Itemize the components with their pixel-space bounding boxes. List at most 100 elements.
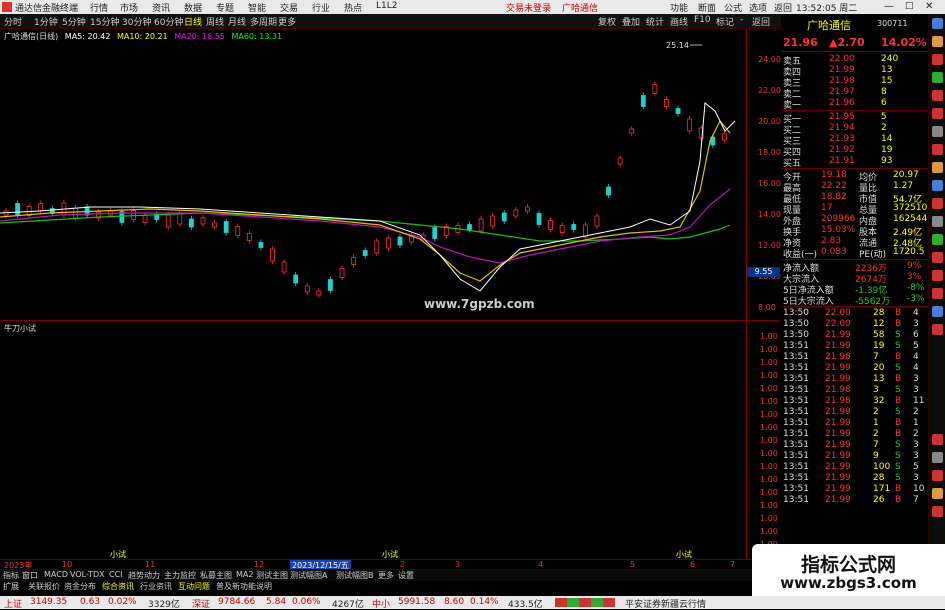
menu-hq[interactable]: 行情 [90, 1, 108, 14]
tool-icon[interactable] [932, 488, 943, 499]
bid-volume: 2 [881, 123, 887, 133]
menu-trade[interactable]: 交易 [280, 1, 298, 14]
period-15min[interactable]: 15分钟 [90, 15, 119, 28]
tool-icon[interactable] [932, 36, 943, 47]
bid-row: 买三 21.93 14 [781, 134, 928, 147]
tool-icon[interactable] [932, 470, 943, 481]
btn-fuquan[interactable]: 复权 [598, 15, 616, 28]
tab-indicator[interactable]: 指标 [3, 570, 19, 581]
menu-formula[interactable]: 公式 [724, 1, 742, 14]
btn-mark[interactable]: 标记 [716, 15, 734, 28]
ask-row: 卖一 21.96 6 [781, 98, 928, 111]
tool-icon[interactable] [932, 198, 943, 209]
tool-icon[interactable] [932, 54, 943, 65]
period-more[interactable]: 更多 [278, 15, 296, 28]
tab-ma2[interactable]: MA2 [236, 570, 253, 579]
ask-volume: 6 [881, 98, 887, 108]
tool-icon[interactable] [932, 144, 943, 155]
menu-options[interactable]: 选项 [749, 1, 767, 14]
period-60min[interactable]: 60分钟 [154, 15, 183, 28]
menu-data[interactable]: 数据 [184, 1, 202, 14]
minimize-icon[interactable]: — [884, 1, 894, 12]
kline-chart[interactable]: 25.14 [0, 41, 746, 331]
tool-icon[interactable] [932, 162, 943, 173]
tab-monitor[interactable]: 主力监控 [164, 570, 196, 581]
menu-news[interactable]: 资讯 [152, 1, 170, 14]
tick-volume: 26 [873, 495, 885, 505]
tab-interact[interactable]: 互动问题 [178, 581, 210, 592]
btn-back[interactable]: 返回 [752, 15, 770, 28]
menu-topic[interactable]: 专题 [216, 1, 234, 14]
index-sh-name[interactable]: 上证 [4, 597, 22, 610]
period-30min[interactable]: 30分钟 [122, 15, 151, 28]
btn-stats[interactable]: 统计 [646, 15, 664, 28]
tab-settings[interactable]: 设置 [398, 570, 414, 581]
tool-icon[interactable] [932, 270, 943, 281]
menu-section[interactable]: 断面 [698, 1, 716, 14]
tab-macd[interactable]: MACD [44, 570, 68, 579]
index-zx-name[interactable]: 中小 [372, 597, 390, 610]
period-multi[interactable]: 多周期 [250, 15, 277, 28]
btn-dash[interactable]: - [740, 15, 743, 25]
tab-test-main[interactable]: 测试主图 [256, 570, 288, 581]
menu-market[interactable]: 市场 [120, 1, 138, 14]
tool-icon[interactable] [932, 434, 943, 445]
tool-icon[interactable] [932, 324, 943, 335]
btn-draw[interactable]: 画线 [670, 15, 688, 28]
period-5min[interactable]: 5分钟 [62, 15, 86, 28]
stat-value: 2.83 [821, 236, 842, 246]
index-sz-name[interactable]: 深证 [192, 597, 210, 610]
period-weekly[interactable]: 周线 [206, 15, 224, 28]
period-monthly[interactable]: 月线 [228, 15, 246, 28]
tool-icon[interactable] [932, 18, 943, 29]
tab-test-a[interactable]: 测试幅图A [290, 570, 327, 581]
tab-window[interactable]: 窗口 [22, 570, 38, 581]
tick-price: 21.99 [825, 363, 851, 373]
trade-login-status[interactable]: 交易未登录 [506, 1, 551, 14]
tool-icon[interactable] [932, 180, 943, 191]
menu-function[interactable]: 功能 [670, 1, 688, 14]
tool-icon[interactable] [932, 90, 943, 101]
tab-cci[interactable]: CCI [109, 570, 123, 579]
menu-l1l2[interactable]: L1L2 [376, 1, 397, 11]
period-1min[interactable]: 1分钟 [34, 15, 58, 28]
tick-price: 22.00 [825, 308, 851, 318]
tool-icon[interactable] [932, 452, 943, 463]
tool-icon[interactable] [932, 108, 943, 119]
close-icon[interactable]: ✕ [925, 1, 933, 12]
menu-return[interactable]: 返回 [774, 1, 792, 14]
btn-overlay[interactable]: 叠加 [622, 15, 640, 28]
tab-test-b[interactable]: 测试幅图B [336, 570, 374, 581]
tab-private[interactable]: 私募主图 [200, 570, 232, 581]
btn-f10[interactable]: F10 [694, 15, 711, 25]
menu-smart[interactable]: 智能 [248, 1, 266, 14]
period-minute[interactable]: 分时 [4, 15, 22, 28]
tab-funds[interactable]: 资金分布 [64, 581, 96, 592]
tab-industry-news[interactable]: 行业资讯 [140, 581, 172, 592]
tab-news[interactable]: 综合资讯 [102, 581, 134, 592]
tool-icon[interactable] [932, 72, 943, 83]
tab-related[interactable]: 关联报价 [28, 581, 60, 592]
date-label: 4 [538, 560, 544, 569]
tab-vol[interactable]: VOL-TDX [70, 570, 105, 579]
tool-icon[interactable] [932, 234, 943, 245]
tool-icon[interactable] [932, 126, 943, 137]
menu-hot[interactable]: 热点 [344, 1, 362, 14]
tab-expand[interactable]: 扩展 [3, 581, 19, 592]
sub-ytick: 1.00 [760, 462, 778, 471]
tool-icon[interactable] [932, 506, 943, 517]
period-daily[interactable]: 日线 [184, 15, 202, 28]
tab-trend[interactable]: 趋势动力 [128, 570, 160, 581]
maximize-icon[interactable]: □ [905, 1, 914, 11]
tool-icon[interactable] [932, 306, 943, 317]
chart-area[interactable]: 广哈通信(日线) MA5: 20.42 MA10: 20.21 MA20: 16… [0, 29, 781, 559]
tick-volume: 2 [873, 407, 879, 417]
tab-newfeature[interactable]: 普及新功能说明 [216, 581, 272, 592]
tool-icon[interactable] [932, 288, 943, 299]
menu-industry[interactable]: 行业 [312, 1, 330, 14]
tab-more[interactable]: 更多 [378, 570, 394, 581]
tool-icon[interactable] [932, 216, 943, 227]
quote-change: ▲2.70 [829, 36, 865, 49]
tool-icon[interactable] [932, 252, 943, 263]
side-toolbar [928, 14, 945, 596]
